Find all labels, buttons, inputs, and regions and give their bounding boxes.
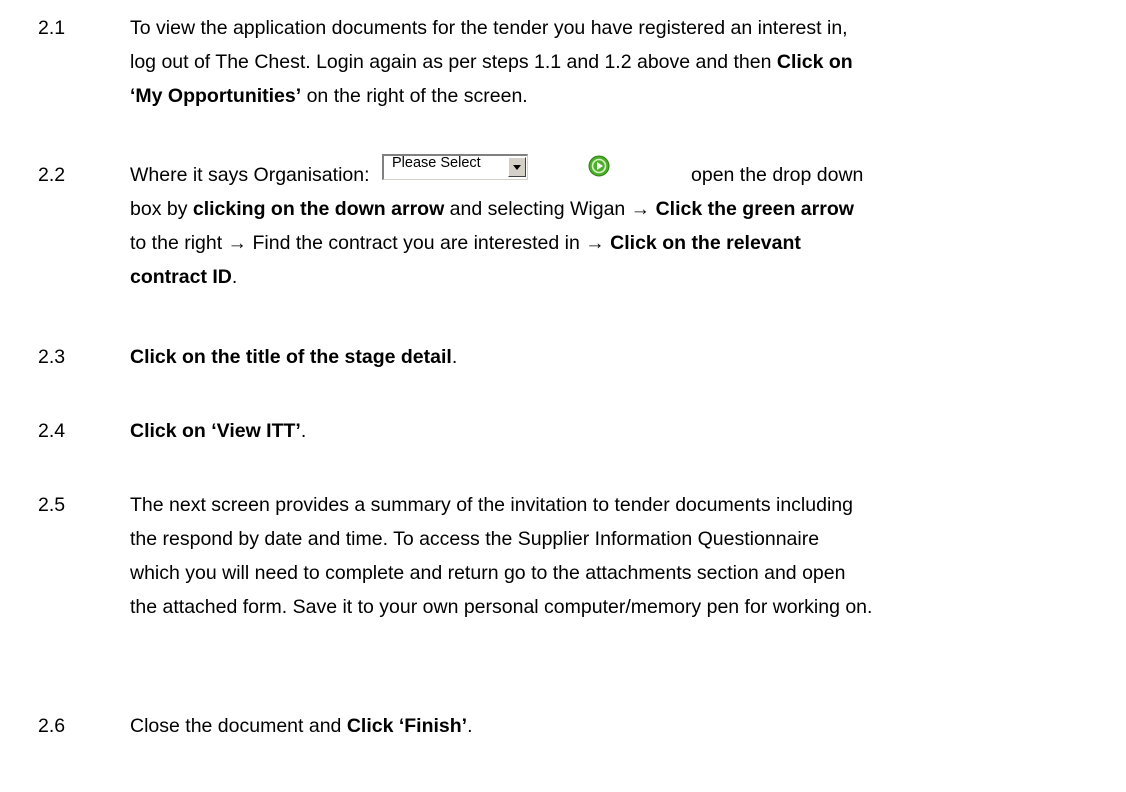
line: To view the application documents for th… [130, 17, 848, 39]
bold-text: Click on ‘View ITT’ [130, 420, 301, 442]
text: box by [130, 198, 193, 220]
text: . [231, 266, 238, 288]
bold-text: Click the green arrow [655, 198, 854, 220]
organisation-row: Where it says Organisation: Please Selec… [130, 154, 1120, 192]
line: contract ID. [130, 260, 1120, 294]
bold-text: Click on [776, 51, 853, 73]
text: . [451, 346, 458, 368]
step-number: 2.1 [38, 17, 66, 39]
line: The next screen provides a summary of th… [130, 494, 853, 516]
line: Click on ‘View ITT’. [130, 414, 1120, 448]
step-number: 2.3 [38, 346, 66, 368]
bold-text: clicking on the down arrow [192, 198, 445, 220]
line: the attached form. Save it to your own p… [130, 596, 873, 618]
text: log out of The Chest. Login again as per… [130, 51, 777, 73]
text: . [467, 715, 473, 737]
text: open the drop down [691, 164, 864, 186]
green-arrow-go-icon[interactable] [588, 154, 610, 177]
step-text: The next screen provides a summary of th… [130, 488, 1120, 624]
line: box by clicking on the down arrow and se… [130, 192, 1120, 226]
line: log out of The Chest. Login again as per… [130, 45, 1120, 79]
text: . [300, 420, 307, 442]
line: the respond by date and time. To access … [130, 528, 820, 550]
step-number: 2.4 [38, 420, 66, 442]
step-text: Click on the title of the stage detail. [130, 340, 1120, 374]
text: to the right → Find the contract you are… [130, 232, 611, 254]
bold-text: Click on the relevant [610, 232, 801, 254]
step-text: Click on ‘View ITT’. [130, 414, 1120, 448]
line: which you will need to complete and retu… [130, 562, 846, 584]
organisation-select[interactable]: Please Select [382, 154, 528, 180]
step-number: 2.2 [38, 164, 66, 186]
bold-text: Click on the title of the stage detail [130, 346, 452, 368]
line: to the right → Find the contract you are… [130, 226, 1120, 260]
bold-text: contract ID [130, 266, 232, 288]
text: on the right of the screen. [301, 85, 528, 107]
bold-text: Click ‘Finish’ [346, 715, 468, 737]
step-text: To view the application documents for th… [130, 11, 1120, 113]
line: Click on the title of the stage detail. [130, 340, 1120, 374]
line: ‘My Opportunities’ on the right of the s… [130, 79, 1120, 113]
select-value: Please Select [392, 155, 481, 171]
line: Close the document and Click ‘Finish’. [130, 709, 1120, 743]
step-text: Close the document and Click ‘Finish’. [130, 709, 1120, 743]
chevron-down-icon[interactable] [508, 157, 526, 177]
text: Close the document and [130, 715, 347, 737]
organisation-label: Where it says Organisation: [130, 164, 370, 186]
text: and selecting Wigan → [444, 198, 656, 220]
bold-text: ‘My Opportunities’ [130, 85, 302, 107]
step-number: 2.6 [38, 715, 66, 737]
step-text: Where it says Organisation: Please Selec… [130, 154, 1120, 294]
step-number: 2.5 [38, 494, 66, 516]
